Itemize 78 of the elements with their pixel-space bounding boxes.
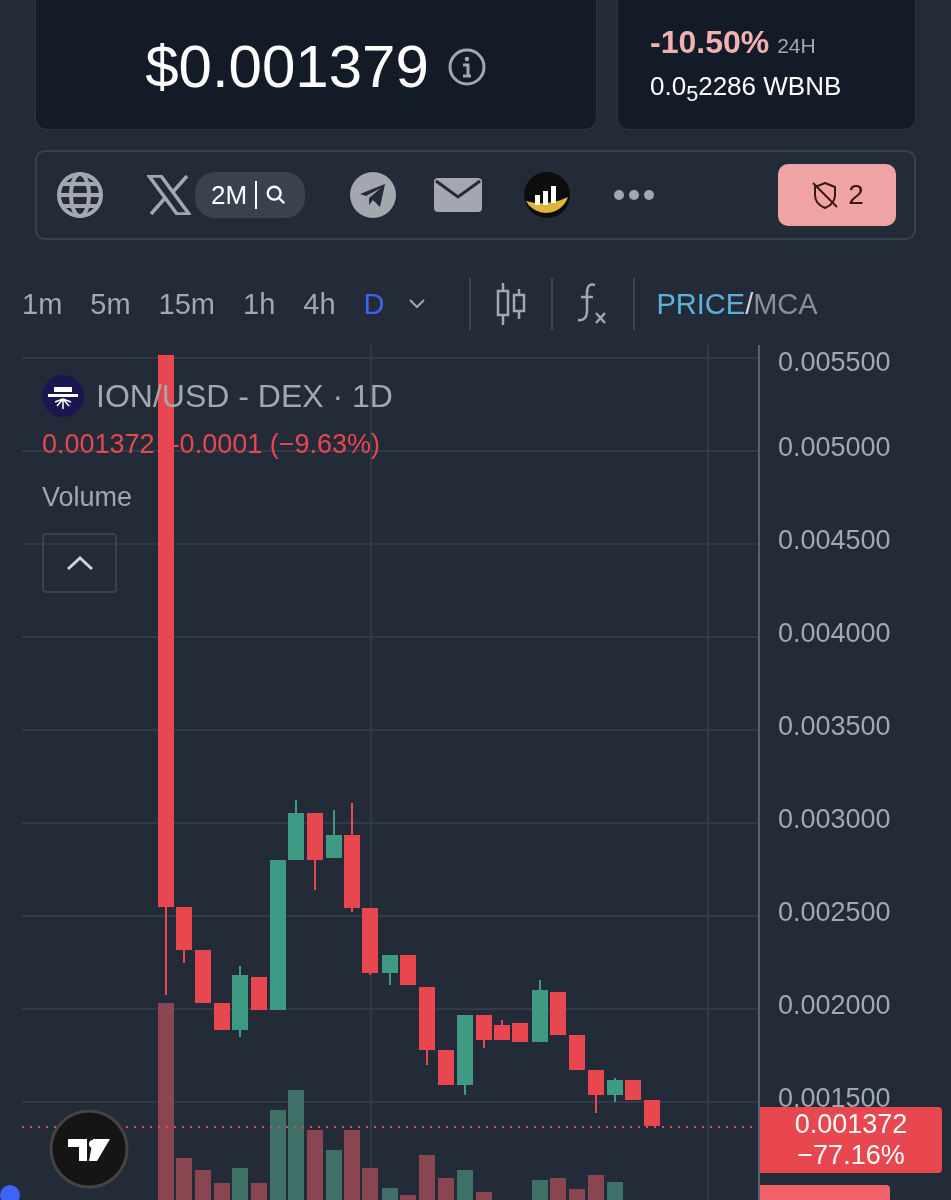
candlestick (326, 809, 342, 859)
collapse-button[interactable] (42, 533, 117, 593)
price-axis-label: 0.004000 (778, 618, 891, 649)
search-icon (265, 184, 288, 206)
volume-bar (607, 1182, 623, 1200)
candlestick (214, 1002, 230, 1031)
globe-icon[interactable] (55, 170, 105, 220)
volume-bar (476, 1192, 492, 1200)
mail-icon[interactable] (433, 177, 484, 213)
candlestick (476, 1014, 492, 1049)
volume-bar (344, 1130, 360, 1200)
volume-bar (326, 1150, 342, 1200)
volume-bar (195, 1170, 211, 1200)
hat-logo-icon (42, 375, 84, 417)
volume-bar (457, 1170, 473, 1200)
candlestick (588, 1069, 604, 1114)
candlestick (569, 1034, 585, 1071)
price-axis-label: 0.003500 (778, 711, 891, 742)
token-price: $0.001379 (145, 32, 429, 101)
timeframe-tab[interactable]: 1h (229, 287, 290, 321)
candlestick (607, 1077, 623, 1103)
volume-bar (400, 1195, 416, 1200)
audit-button[interactable]: 2 (778, 164, 896, 226)
chevron-up-icon (64, 554, 95, 572)
candlestick (400, 954, 416, 986)
volume-bar (438, 1178, 454, 1200)
timeframe-tab[interactable]: 5m (76, 287, 145, 321)
price-change: -0.0001 (−9.63%) (170, 429, 380, 460)
price-axis-label: 0.002500 (778, 897, 891, 928)
info-icon[interactable] (446, 46, 487, 87)
candlestick (532, 979, 548, 1043)
tag-change: −77.16% (797, 1140, 905, 1171)
candlestick (288, 799, 304, 861)
volume-bar (232, 1168, 248, 1200)
period-label: 24H (777, 34, 816, 58)
candlestick (644, 1099, 660, 1127)
timeframe-tab[interactable]: 15m (144, 287, 229, 321)
volume-bar (382, 1188, 398, 1200)
timeframe-tab[interactable]: 4h (289, 287, 350, 321)
candlestick (494, 1019, 510, 1041)
candlestick (176, 906, 192, 964)
x-icon[interactable] (147, 175, 191, 215)
volume-bar (569, 1189, 585, 1200)
volume-bar (251, 1183, 267, 1200)
candlestick (512, 1022, 528, 1043)
candlestick (362, 907, 378, 976)
volume-bar (176, 1158, 192, 1200)
candlestick (382, 954, 398, 986)
last-price: 0.001372 (42, 429, 155, 460)
followers-badge[interactable]: 2M (195, 172, 306, 218)
volume-bar (419, 1155, 435, 1200)
candlestick (625, 1079, 641, 1101)
paper-plane-icon[interactable] (349, 171, 398, 219)
bar-chart-logo-icon[interactable] (523, 171, 572, 219)
timeframe-tab[interactable]: 1m (8, 287, 77, 321)
volume-bar (532, 1180, 548, 1200)
price-axis-label: 0.004500 (778, 525, 891, 556)
volume-bar (214, 1183, 230, 1200)
volume-bar (588, 1175, 604, 1200)
price-axis-label: 0.005000 (778, 432, 891, 463)
caret-icon[interactable] (408, 299, 425, 309)
tradingview-logo-icon[interactable] (49, 1109, 129, 1189)
price-axis-label: 0.003000 (778, 804, 891, 835)
follower-count: 2M (211, 179, 248, 211)
price-axis-label: 0.002000 (778, 990, 891, 1021)
candlestick (438, 1049, 454, 1086)
price-change: -10.50% (650, 24, 770, 61)
candlestick (251, 976, 267, 1011)
candlestick (195, 949, 211, 1004)
volume-bar (307, 1130, 323, 1200)
quote-price: 0.0$_{5}$2286 WBNB (650, 71, 843, 108)
volume-bar (362, 1168, 378, 1200)
volume-bar (550, 1178, 566, 1200)
more-icon[interactable] (613, 189, 656, 201)
candlestick (550, 991, 566, 1036)
price-mcap-toggle[interactable]: PRICE/MCA (656, 287, 818, 321)
volume-label: Volume (42, 482, 133, 513)
price-axis-label: 0.005500 (778, 347, 891, 378)
